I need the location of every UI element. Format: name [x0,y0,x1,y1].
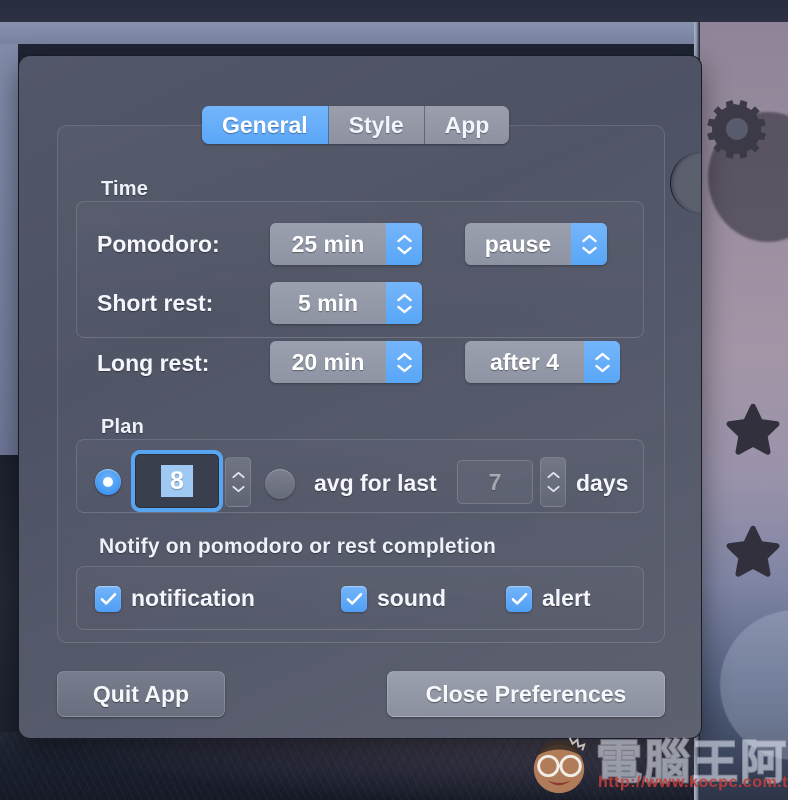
alert-checkbox[interactable] [506,585,532,612]
chevron-up-icon [594,352,610,360]
chevron-up-icon [396,234,412,242]
alert-label: alert [542,585,591,611]
close-preferences-button[interactable]: Close Preferences [387,671,665,717]
plan-average-label: avg for last [314,470,437,496]
short-rest-label: Short rest: [97,290,214,316]
check-icon [100,592,116,605]
window-left-edge [0,44,18,459]
wallpaper-moon [720,610,788,760]
long-rest-duration-stepper-buttons[interactable] [386,341,422,383]
pomodoro-mode-value: pause [484,230,552,257]
notify-section-heading: Notify on pomodoro or rest completion [99,535,497,558]
check-icon [511,592,527,605]
short-rest-duration-value: 5 min [297,289,359,316]
sound-label: sound [377,585,446,611]
long-rest-mode-stepper[interactable]: after 4 [465,341,620,383]
chevron-down-icon [396,364,412,372]
plan-fixed-radio[interactable] [95,469,121,495]
chevron-down-icon [594,364,610,372]
notification-checkbox-row[interactable]: notification [95,585,255,612]
chevron-up-icon [396,352,412,360]
plan-fixed-stepper[interactable] [225,457,251,507]
chevron-down-icon [396,305,412,313]
tab-bar[interactable]: General Style App [202,106,510,144]
check-icon [346,592,362,605]
long-rest-duration-stepper[interactable]: 20 min [270,341,422,383]
pomodoro-duration-value: 25 min [291,230,365,257]
long-rest-mode-stepper-buttons[interactable] [584,341,620,383]
pomodoro-duration-stepper-buttons[interactable] [386,223,422,265]
sound-checkbox-row[interactable]: sound [341,585,446,612]
plan-fixed-input[interactable]: 8 [135,454,219,508]
pomodoro-label: Pomodoro: [97,231,220,257]
chevron-up-icon [546,471,560,479]
long-rest-mode-value: after 4 [489,348,560,375]
short-rest-duration-stepper[interactable]: 5 min [270,282,422,324]
chevron-down-icon [231,485,245,493]
notification-checkbox[interactable] [95,585,121,612]
alert-checkbox-row[interactable]: alert [506,585,591,612]
preferences-panel: General Style App Time Pomodoro: 25 min … [18,55,702,739]
time-section-heading: Time [101,178,149,200]
window-top-band [0,22,706,44]
plan-average-radio[interactable] [265,469,295,499]
gear-icon[interactable] [698,88,770,170]
plan-average-stepper[interactable] [540,457,566,507]
chevron-up-icon [581,234,597,242]
chevron-down-icon [581,246,597,254]
chevron-down-icon [396,246,412,254]
pomodoro-mode-stepper-buttons[interactable] [571,223,607,265]
plan-fixed-value: 8 [161,464,193,498]
chevron-down-icon [546,485,560,493]
short-rest-duration-stepper-buttons[interactable] [386,282,422,324]
wallpaper-mountain-bottom [0,732,706,800]
sound-checkbox[interactable] [341,585,367,612]
pomodoro-duration-stepper[interactable]: 25 min [270,223,422,265]
chevron-up-icon [231,471,245,479]
chevron-up-icon [396,293,412,301]
tab-style[interactable]: Style [328,106,425,144]
wallpaper-star-1 [722,400,784,465]
wallpaper-star-2 [722,522,784,587]
long-rest-label: Long rest: [97,350,210,376]
pomodoro-mode-stepper[interactable]: pause [465,223,607,265]
menu-bar-strip [0,0,788,22]
plan-section-heading: Plan [101,416,145,438]
screenshot-root: General Style App Time Pomodoro: 25 min … [0,0,788,800]
quit-app-button[interactable]: Quit App [57,671,225,717]
notification-label: notification [131,585,255,611]
tab-app[interactable]: App [424,106,510,144]
long-rest-duration-value: 20 min [291,348,365,375]
plan-average-days-input[interactable]: 7 [457,460,533,504]
plan-days-label: days [576,470,629,496]
tab-general[interactable]: General [202,106,329,144]
